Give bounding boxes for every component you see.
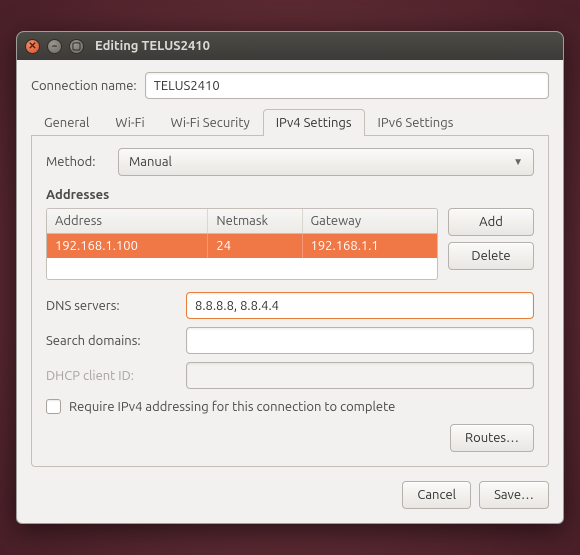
require-ipv4-label: Require IPv4 addressing for this connect… (69, 400, 395, 414)
connection-name-label: Connection name: (31, 79, 137, 93)
search-domains-label: Search domains: (46, 334, 176, 348)
require-ipv4-checkbox[interactable] (46, 399, 61, 414)
window-title: Editing TELUS2410 (95, 39, 210, 53)
connection-name-input[interactable] (145, 72, 549, 99)
col-netmask[interactable]: Netmask (208, 209, 302, 233)
dns-label: DNS servers: (46, 299, 176, 313)
cell-netmask: 24 (208, 234, 302, 258)
tab-wifi[interactable]: Wi-Fi (102, 109, 157, 136)
cancel-button[interactable]: Cancel (402, 481, 471, 509)
add-button[interactable]: Add (448, 208, 534, 236)
search-domains-input[interactable] (186, 327, 534, 354)
tab-general[interactable]: General (31, 109, 102, 136)
save-button[interactable]: Save… (479, 481, 549, 509)
method-select[interactable]: Manual ▼ (118, 148, 534, 176)
minimize-icon[interactable]: − (47, 39, 62, 54)
method-label: Method: (46, 155, 110, 169)
tab-wifi-security[interactable]: Wi-Fi Security (158, 109, 263, 136)
cell-address: 192.168.1.100 (47, 234, 208, 258)
table-row[interactable]: 192.168.1.100 24 192.168.1.1 (47, 234, 437, 258)
content: Connection name: General Wi-Fi Wi-Fi Sec… (17, 60, 563, 523)
table-header: Address Netmask Gateway (47, 209, 437, 234)
chevron-down-icon: ▼ (513, 156, 523, 168)
method-value: Manual (129, 155, 172, 169)
dialog-window: ✕ − ▢ Editing TELUS2410 Connection name:… (16, 31, 564, 524)
col-address[interactable]: Address (47, 209, 208, 233)
maximize-icon[interactable]: ▢ (69, 39, 84, 54)
dhcp-client-id-label: DHCP client ID: (46, 369, 176, 383)
delete-button[interactable]: Delete (448, 242, 534, 270)
close-icon[interactable]: ✕ (25, 39, 40, 54)
dns-servers-input[interactable] (186, 292, 534, 319)
cell-gateway: 192.168.1.1 (303, 234, 437, 258)
tab-ipv6-settings[interactable]: IPv6 Settings (365, 109, 467, 136)
tab-ipv4-settings[interactable]: IPv4 Settings (263, 109, 365, 136)
tabs: General Wi-Fi Wi-Fi Security IPv4 Settin… (31, 109, 549, 136)
dhcp-client-id-input (186, 362, 534, 389)
ipv4-panel: Method: Manual ▼ Addresses Address Netma… (31, 136, 549, 467)
titlebar: ✕ − ▢ Editing TELUS2410 (17, 32, 563, 60)
addresses-title: Addresses (46, 188, 534, 202)
col-gateway[interactable]: Gateway (303, 209, 437, 233)
routes-button[interactable]: Routes… (450, 424, 534, 452)
addresses-table[interactable]: Address Netmask Gateway 192.168.1.100 24… (46, 208, 438, 280)
